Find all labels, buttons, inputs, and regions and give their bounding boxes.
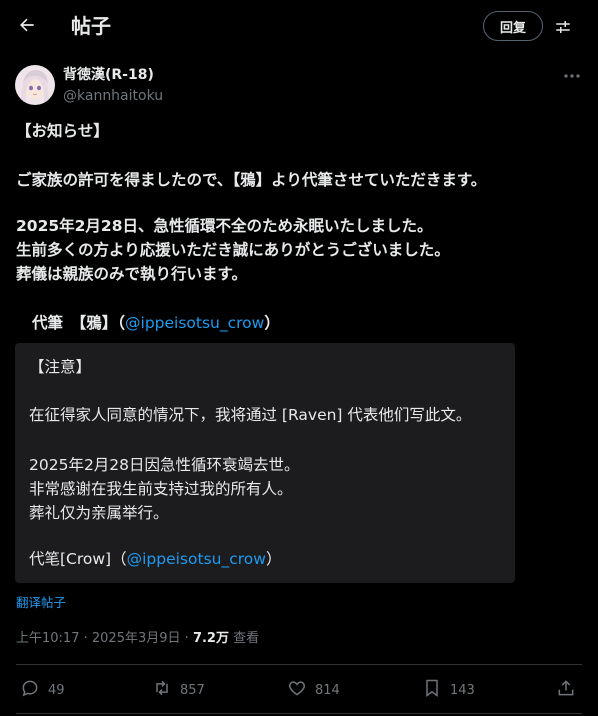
sliders-icon[interactable] [550, 14, 576, 40]
share-action[interactable] [556, 680, 576, 700]
mention-link[interactable]: @ippeisotsu_crow [125, 314, 264, 332]
post-meta: 上午10:17 · 2025年3月9日 · 7.2万 查看 [16, 630, 259, 648]
author-handle[interactable]: @kannhaitoku [63, 87, 163, 105]
translation-line: 2025年2月28日因急性循环衰竭去世。 [29, 456, 300, 474]
bookmark-count: 143 [450, 682, 475, 698]
reply-icon [20, 678, 40, 702]
like-action[interactable]: 814 [287, 680, 340, 700]
translate-post-link[interactable]: 翻译帖子 [16, 595, 66, 611]
meta-separator: · [83, 631, 88, 646]
translation-line: 葬礼仅为亲属举行。 [29, 504, 169, 522]
views-count: 7.2万 [192, 631, 229, 646]
header: 帖子 回复 [0, 0, 598, 53]
translation-signature-suffix: ） [265, 550, 282, 568]
more-options-icon[interactable] [560, 66, 584, 86]
views-label: 查看 [233, 631, 260, 646]
translation-box: 【注意】 在征得家人同意的情况下，我将通过 [Raven] 代表他们写此文。 2… [15, 343, 515, 583]
repost-action[interactable]: 857 [152, 680, 205, 700]
bookmark-icon [422, 678, 442, 702]
post-text-line: 2025年2月28日、急性循環不全のため永眠いたしました。 [16, 217, 433, 235]
reply-action[interactable]: 49 [20, 680, 65, 700]
post-text-line: 生前多くの方より応援いただき誠にありがとうございました。 [16, 241, 450, 259]
repost-icon [152, 678, 172, 702]
post-text-line: 葬儀は親族のみで執り行います。 [16, 265, 247, 283]
translation-line: 在征得家人同意的情况下，我将通过 [Raven] 代表他们写此文。 [29, 406, 472, 424]
share-icon [556, 678, 576, 702]
like-count: 814 [315, 682, 340, 698]
post-date[interactable]: 2025年3月9日 [92, 631, 181, 646]
heart-icon [287, 678, 307, 702]
signature-suffix: ） [264, 314, 280, 332]
post-time[interactable]: 上午10:17 [16, 631, 79, 646]
translation-signature-prefix: 代笔[Crow]（ [29, 550, 127, 568]
translation-line: 非常感谢在我生前支持过我的所有人。 [29, 480, 293, 498]
divider [16, 713, 582, 714]
repost-count: 857 [180, 682, 205, 698]
post-signature: 代筆 【鴉】（@ippeisotsu_crow） [32, 313, 592, 333]
back-arrow-icon[interactable] [12, 10, 42, 40]
post-text-line: ご家族の許可を得ましたので、【鴉】より代筆させていただきます。 [16, 171, 487, 189]
signature-prefix: 代筆 【鴉】（ [32, 314, 126, 332]
reply-button[interactable]: 回复 [483, 11, 543, 41]
translation-line: 【注意】 [29, 358, 92, 376]
translation-signature: 代笔[Crow]（@ippeisotsu_crow） [29, 549, 281, 569]
meta-separator: · [184, 631, 189, 646]
author-name[interactable]: 背徳漢(R-18) [63, 66, 154, 84]
bookmark-action[interactable]: 143 [422, 678, 475, 702]
avatar[interactable] [15, 65, 55, 105]
divider [16, 664, 582, 665]
page-title: 帖子 [71, 14, 111, 38]
reply-count: 49 [48, 682, 65, 698]
post-text-line: 【お知らせ】 [16, 122, 109, 140]
translation-mention-link[interactable]: @ippeisotsu_crow [127, 550, 266, 568]
